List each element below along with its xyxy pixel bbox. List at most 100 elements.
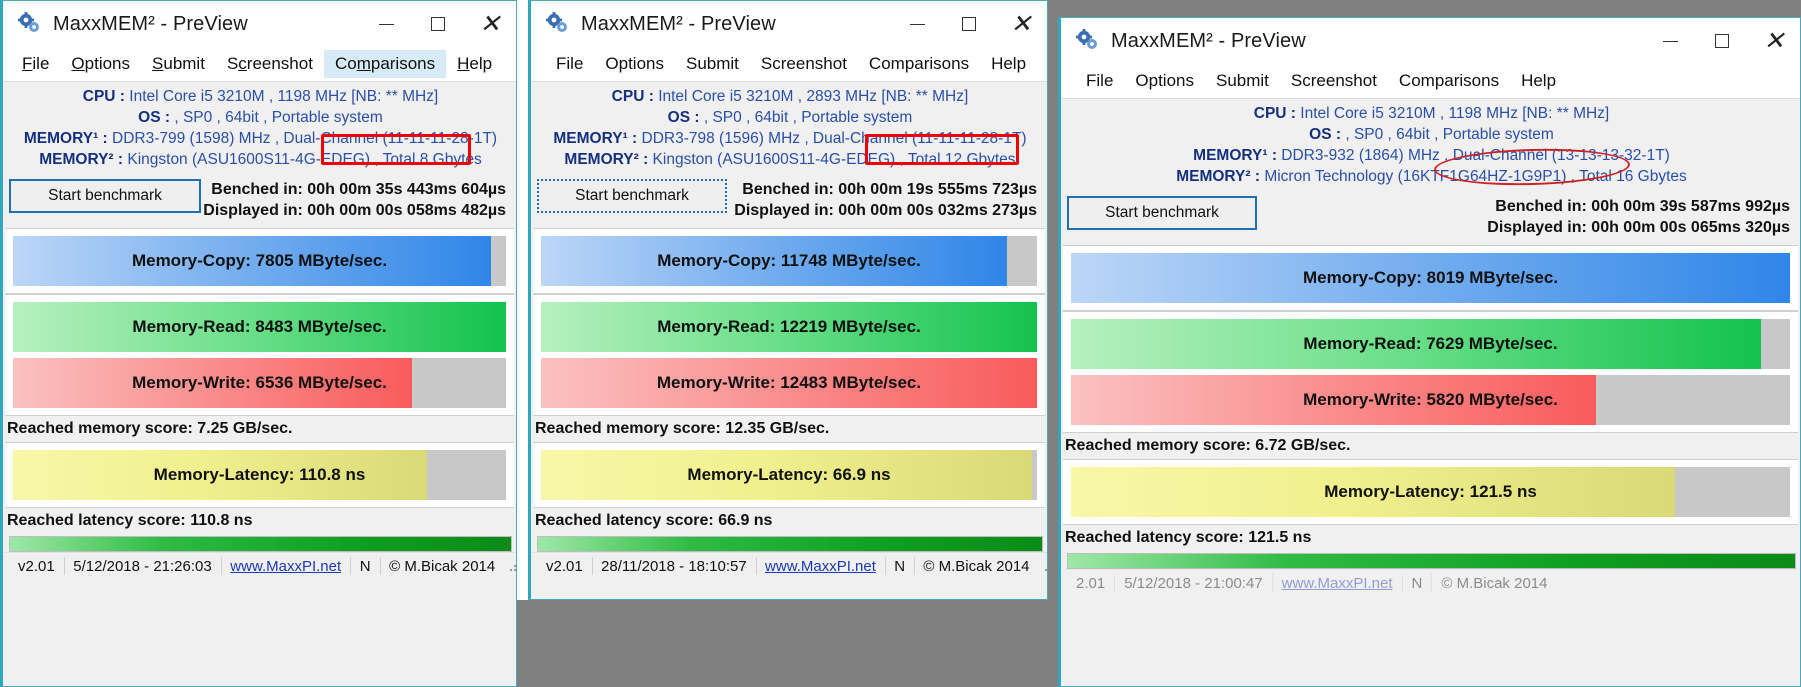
- memory2-module: Kingston (ASU1600S11-4G-EDEG) ,: [127, 151, 379, 169]
- timing-block-3: Benched in: 00h 00m 39s 587ms 992µs Disp…: [1257, 196, 1796, 238]
- maxxmem-window-3[interactable]: MaxxMEM² - PreView ✕ File Options Submit…: [1058, 17, 1801, 687]
- action-row-1: Start benchmark Benched in: 00h 00m 35s …: [3, 173, 516, 228]
- maximize-button[interactable]: [1696, 18, 1748, 64]
- memory1-value: DDR3-932 (1864) MHz , Dual-Channel (13-1…: [1281, 147, 1670, 165]
- cpu-value: Intel Core i5 3210M , 2893 MHz [NB: ** M…: [658, 88, 969, 105]
- menu-help[interactable]: Help: [1510, 67, 1567, 95]
- latency-bar-group-1: Memory-Latency: 110.8 ns: [5, 441, 514, 508]
- maxxpi-link[interactable]: www.MaxxPI.net: [756, 558, 885, 575]
- titlebar-3[interactable]: MaxxMEM² - PreView ✕: [1061, 18, 1800, 64]
- maxxpi-link[interactable]: www.MaxxPI.net: [221, 558, 350, 575]
- read-bar-label: Memory-Read: 12219 MByte/sec.: [657, 316, 921, 336]
- window-title: MaxxMEM² - PreView: [581, 12, 776, 35]
- version-cell: v2.01: [546, 557, 583, 575]
- write-bar-group-3: Memory-Write: 5820 MByte/sec.: [1063, 370, 1798, 433]
- read-bar-label: Memory-Read: 8483 MByte/sec.: [132, 316, 387, 336]
- displayed-in-text: Displayed in: 00h 00m 00s 058ms 482µs: [203, 202, 506, 220]
- cpu-value: Intel Core i5 3210M , 1198 MHz [NB: ** M…: [129, 88, 439, 105]
- timestamp-cell: 5/12/2018 - 21:26:03: [73, 557, 212, 575]
- os-label: OS :: [138, 109, 171, 127]
- read-bar-track: Memory-Read: 8483 MByte/sec.: [13, 301, 506, 352]
- close-button[interactable]: ✕: [464, 1, 516, 47]
- os-value: , SP0 , 64bit , Portable system: [703, 109, 913, 127]
- read-bar-group-3: Memory-Read: 7629 MByte/sec.: [1063, 310, 1798, 371]
- menubar-3[interactable]: File Options Submit Screenshot Compariso…: [1061, 64, 1800, 98]
- start-benchmark-button[interactable]: Start benchmark: [1067, 196, 1257, 231]
- cpu-label: CPU :: [1253, 105, 1296, 122]
- os-value: , SP0 , 64bit , Portable system: [174, 109, 383, 127]
- latency-score-2: Reached latency score: 66.9 ns: [535, 511, 773, 529]
- menu-screenshot[interactable]: Screenshot: [750, 50, 858, 78]
- copy-bar-label: Memory-Copy: 11748 MByte/sec.: [657, 250, 921, 270]
- menu-file[interactable]: File: [545, 50, 594, 78]
- memory2-total: Total 12 Gbytes: [907, 151, 1016, 169]
- system-info-panel-3: CPU : Intel Core i5 3210M , 1198 MHz [NB…: [1061, 98, 1800, 191]
- maximize-button[interactable]: [943, 1, 995, 47]
- maxxpi-link[interactable]: www.MaxxPI.net: [1273, 575, 1402, 592]
- write-bar-group-1: Memory-Write: 6536 MByte/sec.: [5, 353, 514, 416]
- maxxmem-window-1[interactable]: MaxxMEM² - PreView ✕ File Options Submit…: [0, 0, 517, 687]
- os-label: OS :: [1309, 126, 1342, 144]
- os-info-line: OS : , SP0 , 64bit , Portable system: [1061, 124, 1800, 145]
- menu-help[interactable]: Help: [446, 50, 503, 78]
- menu-comparisons[interactable]: Comparisons: [1388, 67, 1510, 95]
- menu-submit[interactable]: Submit: [141, 50, 216, 78]
- benched-in-text: Benched in: 00h 00m 19s 555ms 723µs: [742, 181, 1037, 199]
- menubar-2[interactable]: File Options Submit Screenshot Compariso…: [531, 47, 1047, 81]
- memory1-value: DDR3-799 (1598) MHz , Dual-Channel (11-1…: [112, 130, 498, 148]
- cpu-info-line: CPU : Intel Core i5 3210M , 2893 MHz [NB…: [531, 86, 1047, 107]
- minimize-button[interactable]: [891, 1, 943, 47]
- menu-options[interactable]: Options: [594, 50, 675, 78]
- copy-bar-group-2: Memory-Copy: 11748 MByte/sec.: [533, 227, 1045, 294]
- menu-submit[interactable]: Submit: [675, 50, 750, 78]
- resize-grip-icon[interactable]: [1039, 559, 1047, 573]
- memory1-info-line: MEMORY¹ : DDR3-798 (1596) MHz , Dual-Cha…: [531, 128, 1047, 149]
- menu-comparisons[interactable]: Comparisons: [323, 50, 447, 78]
- memory2-label: MEMORY² :: [1176, 168, 1261, 186]
- start-benchmark-button[interactable]: Start benchmark: [537, 179, 727, 214]
- write-bar-label: Memory-Write: 6536 MByte/sec.: [132, 372, 387, 392]
- memory2-label: MEMORY² :: [564, 151, 649, 169]
- close-button[interactable]: ✕: [995, 1, 1047, 47]
- menu-options[interactable]: Options: [1124, 67, 1205, 95]
- menu-help[interactable]: Help: [980, 50, 1037, 78]
- desktop-background-gap: [517, 0, 528, 600]
- menu-file[interactable]: File: [11, 50, 60, 78]
- menu-screenshot[interactable]: Screenshot: [1280, 67, 1388, 95]
- window-controls-1[interactable]: ✕: [360, 1, 516, 47]
- minimize-button[interactable]: [1644, 18, 1696, 64]
- timing-block-1: Benched in: 00h 00m 35s 443ms 604µs Disp…: [201, 179, 512, 221]
- memory1-value: DDR3-798 (1596) MHz , Dual-Channel (11-1…: [641, 130, 1027, 148]
- desktop-background-lower-left: [517, 600, 528, 687]
- maxxmem-window-2[interactable]: MaxxMEM² - PreView ✕ File Options Submit…: [528, 0, 1048, 600]
- titlebar-1[interactable]: MaxxMEM² - PreView ✕: [3, 1, 516, 47]
- latency-bar-group-3: Memory-Latency: 121.5 ns: [1063, 458, 1798, 525]
- menu-comparisons[interactable]: Comparisons: [858, 50, 980, 78]
- start-benchmark-button[interactable]: Start benchmark: [9, 179, 201, 214]
- displayed-in-text: Displayed in: 00h 00m 00s 065ms 320µs: [1487, 219, 1790, 237]
- copyright-cell: © M.Bicak 2014: [1441, 574, 1548, 592]
- window-controls-3[interactable]: ✕: [1644, 18, 1800, 64]
- copyright-cell: © M.Bicak 2014: [923, 557, 1030, 575]
- latency-bar-group-2: Memory-Latency: 66.9 ns: [533, 441, 1045, 508]
- window-controls-2[interactable]: ✕: [891, 1, 1047, 47]
- minimize-button[interactable]: [360, 1, 412, 47]
- copy-bar-label: Memory-Copy: 7805 MByte/sec.: [131, 250, 388, 270]
- maximize-button[interactable]: [412, 1, 464, 47]
- menubar-1[interactable]: File Options Submit Screenshot Compariso…: [3, 47, 516, 81]
- menu-screenshot[interactable]: Screenshot: [216, 50, 324, 78]
- write-bar-track: Memory-Write: 5820 MByte/sec.: [1071, 374, 1790, 425]
- gears-icon: [545, 11, 571, 37]
- titlebar-2[interactable]: MaxxMEM² - PreView ✕: [531, 1, 1047, 47]
- memory2-module: Kingston (ASU1600S11-4G-EDEG) ,: [652, 151, 904, 169]
- menu-submit[interactable]: Submit: [1205, 67, 1280, 95]
- memory-score-3: Reached memory score: 6.72 GB/sec.: [1065, 436, 1351, 454]
- read-bar-track: Memory-Read: 12219 MByte/sec.: [541, 301, 1037, 352]
- close-button[interactable]: ✕: [1748, 18, 1800, 64]
- read-bar-group-2: Memory-Read: 12219 MByte/sec.: [533, 293, 1045, 354]
- resize-grip-icon[interactable]: [504, 559, 516, 573]
- read-bar-label: Memory-Read: 7629 MByte/sec.: [1303, 333, 1558, 353]
- copy-bar-track: Memory-Copy: 11748 MByte/sec.: [541, 235, 1037, 286]
- menu-options[interactable]: Options: [60, 50, 141, 78]
- menu-file[interactable]: File: [1075, 67, 1124, 95]
